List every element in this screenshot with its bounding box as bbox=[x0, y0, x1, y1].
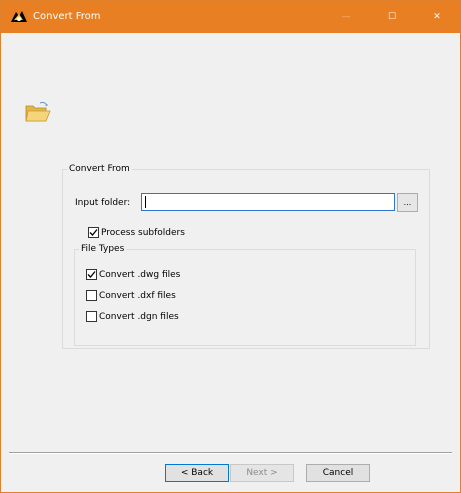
close-icon: ✕ bbox=[433, 12, 441, 22]
input-folder-field[interactable] bbox=[141, 193, 395, 211]
checkbox-box bbox=[86, 311, 97, 322]
minimize-icon: — bbox=[341, 12, 351, 22]
maximize-button[interactable]: ☐ bbox=[369, 1, 415, 33]
convert-from-window: Convert From — ☐ ✕ Convert From Input fo… bbox=[0, 0, 461, 493]
back-button-label: < Back bbox=[180, 468, 214, 478]
title-bar[interactable]: Convert From — ☐ ✕ bbox=[1, 1, 460, 33]
checkbox-box bbox=[86, 269, 97, 280]
convert-dgn-label: Convert .dgn files bbox=[99, 311, 179, 322]
convert-dwg-checkbox[interactable]: Convert .dwg files bbox=[86, 269, 180, 280]
file-types-group: File Types Convert .dwg files Convert .d… bbox=[74, 244, 416, 346]
process-subfolders-checkbox[interactable]: Process subfolders bbox=[88, 227, 185, 238]
cancel-button-label: Cancel bbox=[322, 468, 354, 478]
maximize-icon: ☐ bbox=[387, 12, 397, 22]
checkmark-icon bbox=[87, 271, 96, 278]
text-caret bbox=[145, 196, 146, 208]
next-button[interactable]: Next > bbox=[230, 464, 294, 482]
input-folder-label: Input folder: bbox=[75, 198, 131, 208]
open-folder-icon bbox=[25, 101, 51, 122]
checkmark-icon bbox=[89, 229, 98, 236]
browse-button[interactable]: ... bbox=[397, 193, 418, 212]
app-logo-icon bbox=[11, 11, 27, 22]
cancel-button[interactable]: Cancel bbox=[306, 464, 370, 482]
browse-ellipsis: ... bbox=[403, 198, 412, 207]
convert-from-group: Convert From Input folder: ... Process s… bbox=[62, 164, 430, 349]
convert-from-legend: Convert From bbox=[69, 164, 130, 174]
window-title: Convert From bbox=[33, 11, 101, 22]
back-button[interactable]: < Back bbox=[165, 464, 229, 482]
footer-separator bbox=[9, 452, 452, 454]
convert-dxf-checkbox[interactable]: Convert .dxf files bbox=[86, 290, 176, 301]
convert-dxf-label: Convert .dxf files bbox=[99, 290, 176, 301]
convert-dwg-label: Convert .dwg files bbox=[99, 269, 181, 280]
checkbox-box bbox=[86, 290, 97, 301]
file-types-legend: File Types bbox=[81, 244, 125, 254]
convert-dgn-checkbox[interactable]: Convert .dgn files bbox=[86, 311, 179, 322]
minimize-button[interactable]: — bbox=[323, 1, 369, 33]
checkbox-box bbox=[88, 227, 99, 238]
process-subfolders-label: Process subfolders bbox=[101, 227, 185, 238]
next-button-label: Next > bbox=[246, 468, 278, 478]
close-button[interactable]: ✕ bbox=[414, 1, 460, 33]
